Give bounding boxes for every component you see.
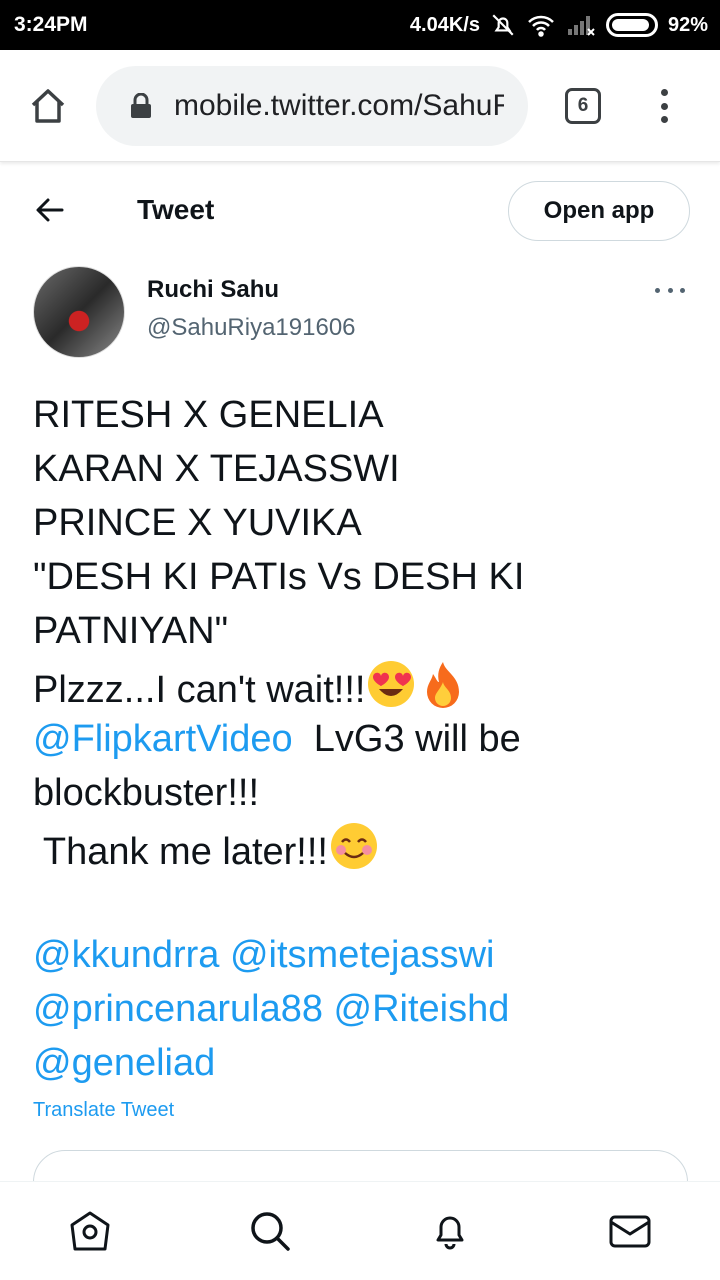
url-text[interactable]: mobile.twitter.com/SahuRiya191606: [174, 89, 504, 123]
tweet-text: RITESH X GENELIA KARAN X TEJASSWI PRINCE…: [33, 388, 693, 1090]
network-speed: 4.04K/s: [409, 13, 480, 36]
tweet-line-with-emoji: Plzzz...I can't wait!!!: [33, 658, 693, 712]
tweet-line-text: Plzzz...I can't wait!!!: [33, 669, 366, 711]
status-icons: 4.04K/s 92%: [410, 12, 708, 38]
tweet-line: KARAN X TEJASSWI: [33, 448, 400, 490]
tab-switcher-button[interactable]: 6: [565, 88, 601, 124]
battery-percent: 92%: [667, 13, 708, 36]
tweet-line: @FlipkartVideo LvG3 will be: [33, 712, 693, 766]
tweet-line-text: LvG3 will be: [292, 718, 521, 760]
lock-icon: [131, 93, 151, 118]
search-icon: [251, 1212, 290, 1251]
tweet-line-text: Thank me later!!!: [33, 831, 328, 873]
wifi-icon: [528, 15, 554, 37]
signal-icon: [567, 16, 595, 36]
mention-links[interactable]: @princenarula88 @Riteishd: [33, 982, 693, 1036]
avatar[interactable]: [33, 266, 125, 358]
mention-links[interactable]: @kkundrra @itsmetejasswi: [33, 928, 693, 982]
author-name[interactable]: Ruchi Sahu: [147, 276, 279, 304]
nav-messages[interactable]: [600, 1201, 660, 1261]
more-horizontal-icon[interactable]: [655, 284, 685, 296]
translate-tweet-link[interactable]: Translate Tweet: [33, 1099, 174, 1122]
battery-fill: [611, 19, 649, 31]
back-arrow-icon[interactable]: [34, 196, 66, 224]
nav-notifications[interactable]: [420, 1201, 480, 1261]
home-icon[interactable]: [28, 86, 68, 126]
tweet-line: "DESH KI PATIs Vs DESH KI: [33, 556, 525, 598]
mute-bell-icon: [492, 14, 514, 36]
page-title: Tweet: [137, 194, 215, 225]
fire-emoji-icon: [427, 662, 460, 708]
tweet-line: PRINCE X YUVIKA: [33, 502, 362, 544]
notifications-icon: [436, 1216, 464, 1250]
heart-eyes-emoji-icon: [368, 661, 415, 707]
tweet-line: PATNIYAN": [33, 610, 229, 652]
browser-toolbar: mobile.twitter.com/SahuRiya191606 6: [0, 50, 720, 162]
tweet-line-with-emoji: Thank me later!!!: [33, 820, 693, 874]
status-bar: 3:24PM 4.04K/s 92%: [0, 0, 720, 50]
tweet-line: blockbuster!!!: [33, 772, 259, 814]
tweet-line: RITESH X GENELIA: [33, 394, 384, 436]
tweet-header: Tweet Open app: [0, 170, 720, 250]
battery-icon: [605, 13, 658, 37]
address-bar[interactable]: mobile.twitter.com/SahuRiya191606: [96, 66, 528, 146]
open-app-button[interactable]: Open app: [508, 181, 690, 241]
more-vertical-icon[interactable]: [654, 86, 674, 126]
author-handle[interactable]: @SahuRiya191606: [147, 314, 356, 342]
smiling-emoji-icon: [330, 823, 377, 869]
bottom-navigation: [0, 1181, 720, 1280]
messages-icon: [609, 1215, 651, 1248]
mention-links[interactable]: @geneliad: [33, 1036, 693, 1090]
status-time: 3:24PM: [14, 13, 88, 36]
nav-search[interactable]: [240, 1201, 300, 1261]
mention-link[interactable]: @FlipkartVideo: [33, 718, 293, 760]
home-icon: [70, 1211, 110, 1251]
nav-home[interactable]: [60, 1201, 120, 1261]
